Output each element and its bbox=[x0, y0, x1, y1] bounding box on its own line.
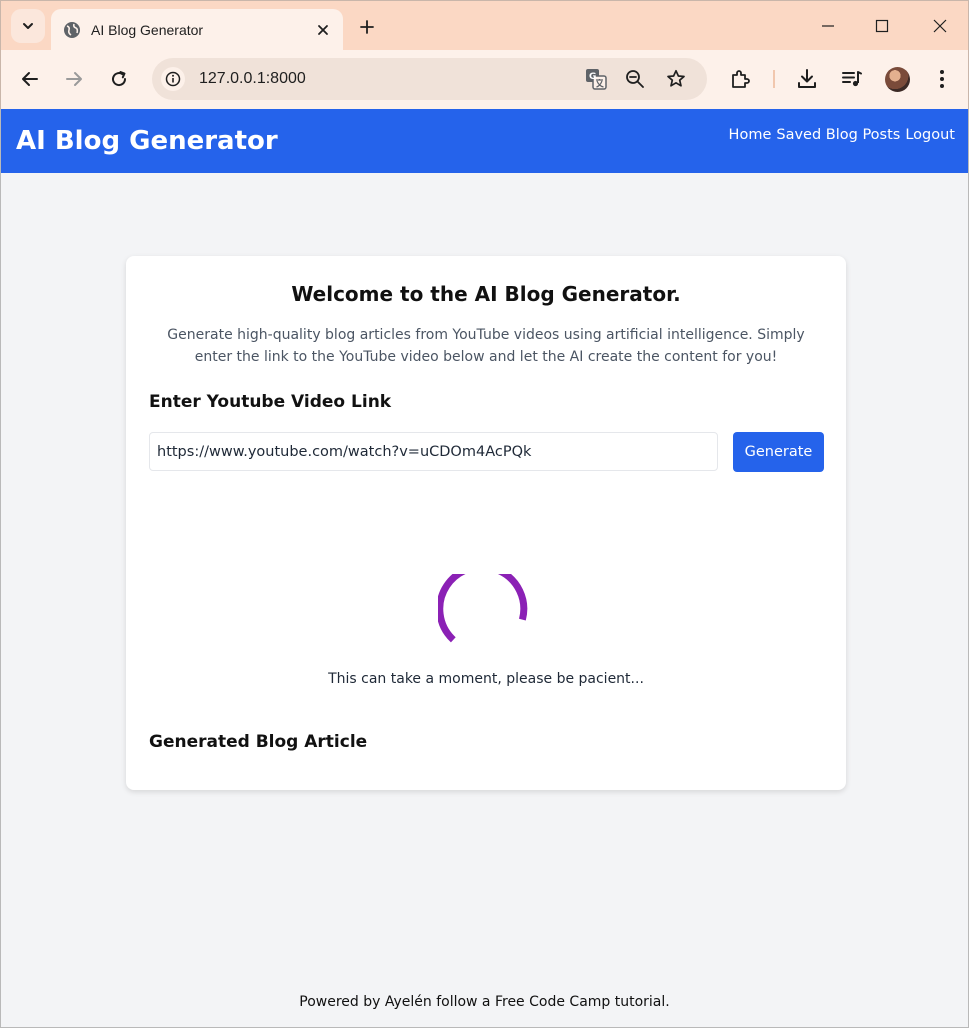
generator-card: Welcome to the AI Blog Generator. Genera… bbox=[126, 256, 846, 790]
reload-icon[interactable] bbox=[103, 63, 135, 95]
bookmark-star-icon[interactable] bbox=[666, 69, 686, 94]
url-text: 127.0.0.1:8000 bbox=[199, 70, 306, 87]
media-queue-icon[interactable] bbox=[836, 63, 868, 95]
site-info-icon[interactable] bbox=[161, 67, 185, 91]
new-tab-icon[interactable] bbox=[353, 13, 381, 41]
tab-title: AI Blog Generator bbox=[91, 22, 204, 38]
browser-toolbar: 127.0.0.1:8000 G bbox=[0, 50, 969, 109]
minimize-icon[interactable] bbox=[811, 9, 845, 43]
browser-tab[interactable]: AI Blog Generator bbox=[51, 9, 343, 51]
card-description: Generate high-quality blog articles from… bbox=[167, 327, 805, 365]
profile-avatar[interactable] bbox=[885, 67, 910, 92]
chevron-down-icon bbox=[23, 23, 33, 29]
toolbar-separator bbox=[773, 70, 775, 88]
forward-arrow-icon[interactable] bbox=[58, 63, 90, 95]
generated-article-heading: Generated Blog Article bbox=[149, 732, 368, 752]
youtube-link-label: Enter Youtube Video Link bbox=[149, 392, 392, 412]
more-menu-icon[interactable] bbox=[926, 63, 958, 95]
extensions-icon[interactable] bbox=[724, 63, 756, 95]
maximize-icon[interactable] bbox=[865, 9, 899, 43]
download-icon[interactable] bbox=[791, 63, 823, 95]
close-tab-icon[interactable] bbox=[311, 18, 335, 42]
nav-saved-blog-posts-link[interactable]: Saved Blog Posts bbox=[776, 127, 900, 143]
back-arrow-icon[interactable] bbox=[14, 63, 46, 95]
loading-spinner bbox=[438, 574, 528, 643]
translate-icon[interactable]: G bbox=[585, 68, 607, 95]
youtube-link-input[interactable] bbox=[149, 432, 718, 471]
address-bar[interactable]: 127.0.0.1:8000 G bbox=[152, 58, 707, 100]
svg-text:G: G bbox=[589, 72, 596, 82]
generate-button[interactable]: Generate bbox=[733, 432, 824, 472]
close-window-icon[interactable] bbox=[923, 9, 957, 43]
nav-home-link[interactable]: Home bbox=[729, 127, 772, 143]
zoom-out-icon[interactable] bbox=[625, 69, 645, 94]
nav-logout-link[interactable]: Logout bbox=[905, 127, 955, 143]
footer-text: Powered by Ayelén follow a Free Code Cam… bbox=[299, 994, 670, 1010]
browser-tab-bar: AI Blog Generator bbox=[0, 0, 969, 51]
globe-icon bbox=[63, 21, 81, 39]
card-title: Welcome to the AI Blog Generator. bbox=[291, 282, 681, 306]
site-header: AI Blog Generator Home Saved Blog Posts … bbox=[1, 109, 968, 173]
main-nav: Home Saved Blog Posts Logout bbox=[729, 127, 955, 143]
site-title: AI Blog Generator bbox=[16, 126, 278, 156]
loading-message: This can take a moment, please be pacien… bbox=[328, 671, 644, 687]
page-viewport: AI Blog Generator Home Saved Blog Posts … bbox=[0, 109, 969, 1028]
tab-search-button[interactable] bbox=[11, 9, 45, 43]
